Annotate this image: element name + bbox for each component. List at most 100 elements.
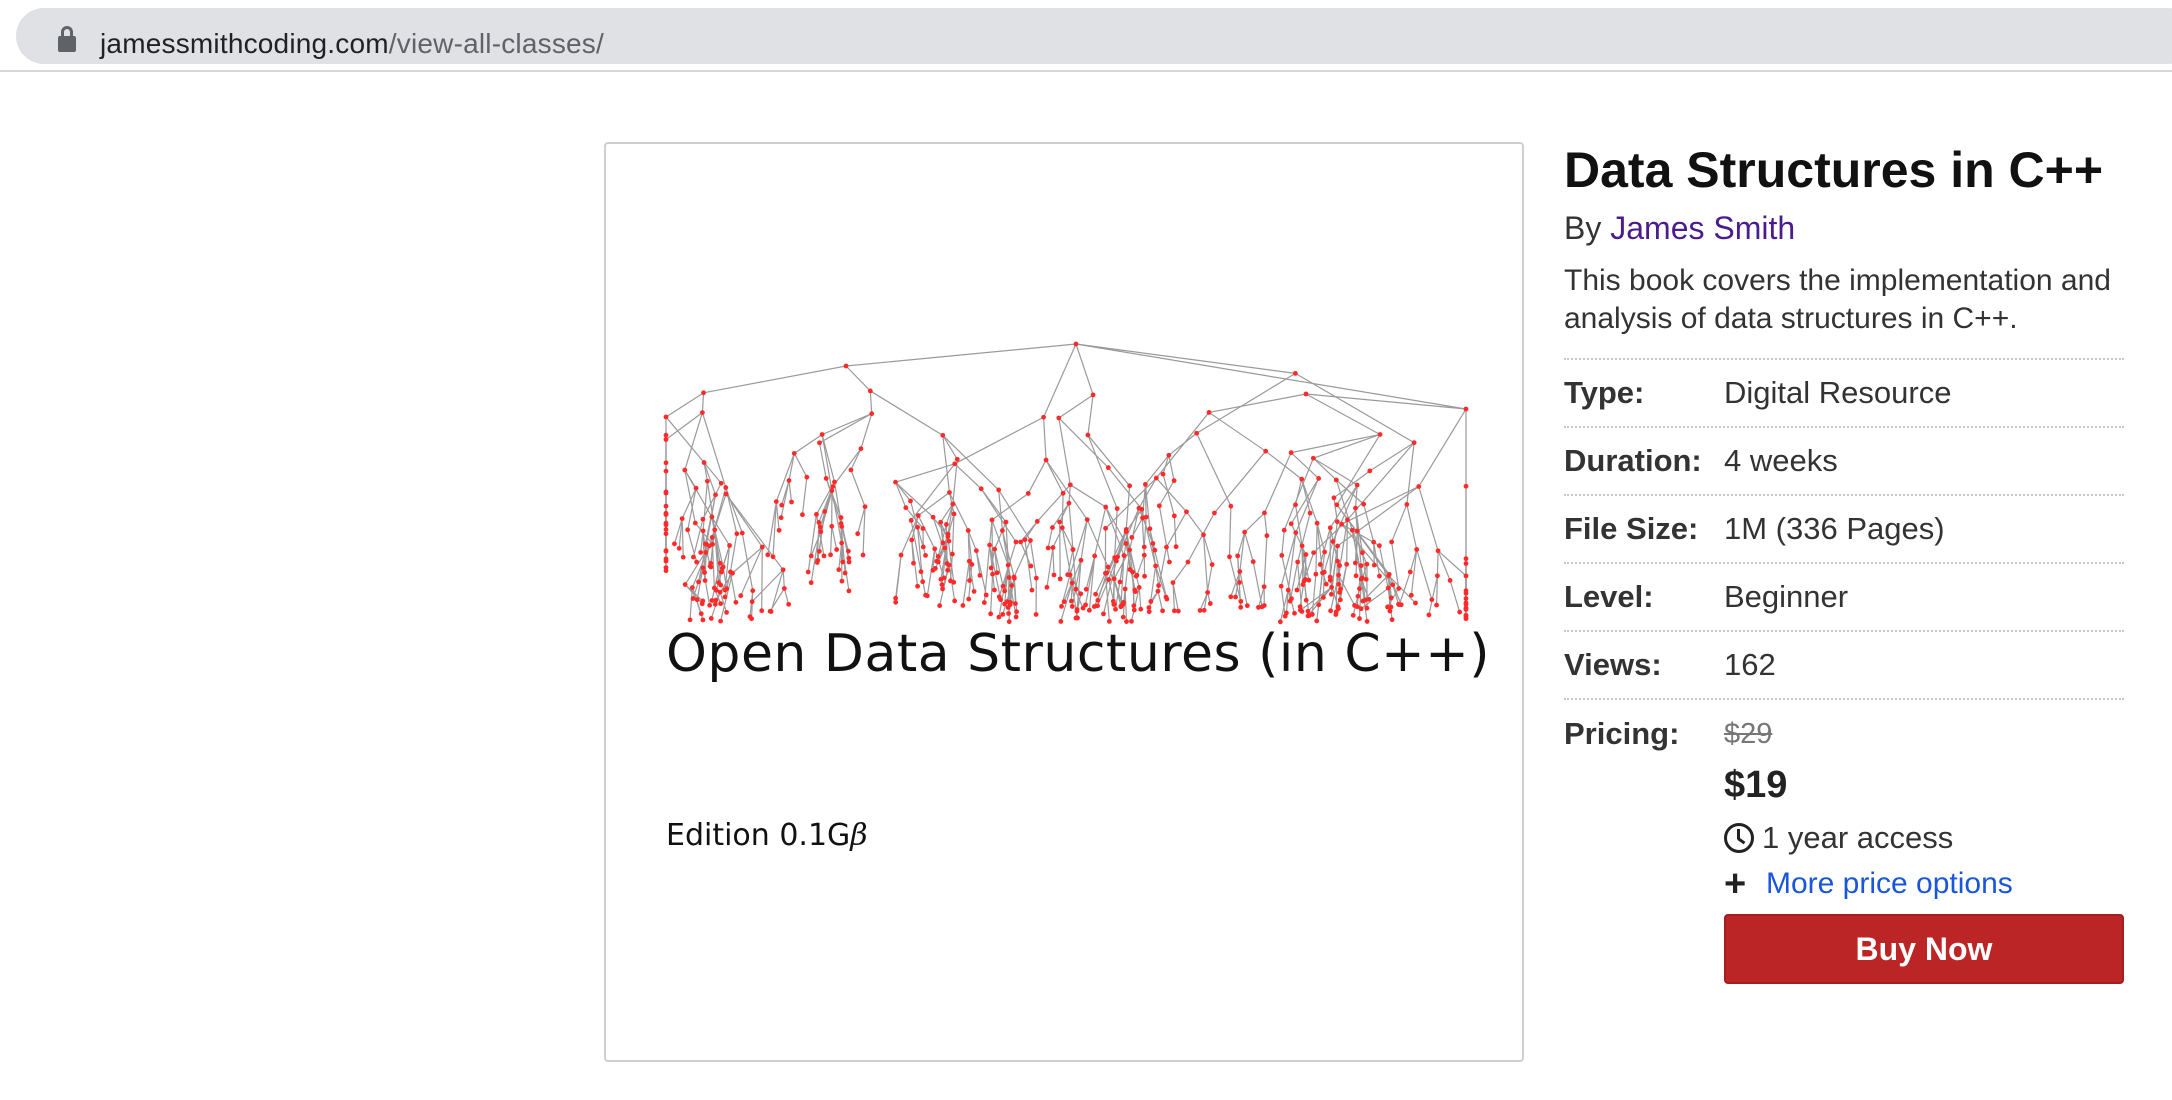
tree-node <box>1083 602 1088 608</box>
lock-icon[interactable] <box>58 26 76 52</box>
tree-node <box>720 564 726 570</box>
tree-node <box>749 599 755 605</box>
tree-node <box>930 567 936 573</box>
tree-node <box>1167 559 1172 565</box>
tree-node <box>1156 583 1162 588</box>
tree-edge <box>775 501 780 531</box>
tree-edge <box>703 365 847 394</box>
tree-node <box>1209 562 1215 567</box>
tree-node <box>712 601 718 607</box>
tree-edge <box>700 530 704 553</box>
tree-node <box>759 608 765 614</box>
tree-node <box>1065 572 1071 578</box>
tree-node <box>1377 432 1383 437</box>
tree-edge <box>1287 532 1297 591</box>
tree-node <box>1131 603 1137 609</box>
tree-node <box>780 567 786 573</box>
tree-node <box>1354 482 1360 488</box>
attribute-value: 162 <box>1724 647 1776 682</box>
tree-node <box>1005 605 1011 610</box>
more-price-options[interactable]: + More price options <box>1724 862 2124 906</box>
tree-edge <box>1196 372 1296 434</box>
tree-node <box>786 601 792 607</box>
tree-node <box>1355 593 1361 599</box>
tree-edge <box>994 549 1004 587</box>
tree-edge <box>740 546 763 596</box>
tree-node <box>701 460 707 465</box>
tree-node <box>1131 607 1137 613</box>
tree-edge <box>1129 508 1140 551</box>
tree-node <box>698 550 704 555</box>
tree-node <box>1350 612 1356 618</box>
tree-node <box>1228 594 1234 600</box>
tree-node <box>1358 563 1364 569</box>
tree-node <box>1264 533 1270 539</box>
attribute-key: Views: <box>1564 647 1662 682</box>
author-link[interactable]: James Smith <box>1610 210 1795 246</box>
tree-node <box>724 586 730 592</box>
tree-node <box>800 512 805 518</box>
tree-edge <box>1075 343 1467 410</box>
tree-node <box>920 526 926 531</box>
tree-node <box>1084 517 1090 523</box>
tree-edge <box>1013 576 1017 604</box>
tree-node <box>663 565 669 571</box>
tree-node <box>1166 452 1172 458</box>
tree-node <box>1041 414 1046 420</box>
tree-edge <box>1416 549 1433 600</box>
tree-node <box>1085 432 1091 438</box>
attribute-value: 4 weeks <box>1724 443 1838 478</box>
tree-node <box>909 537 915 543</box>
tree-edge <box>665 412 703 440</box>
tree-node <box>1002 601 1008 607</box>
tree-node <box>663 437 669 442</box>
tree-node <box>1185 559 1191 565</box>
tree-node <box>1323 581 1329 587</box>
tree-node <box>1305 613 1311 619</box>
tree-node <box>1033 612 1039 617</box>
tree-node <box>1212 510 1217 516</box>
tree-node <box>804 474 810 480</box>
tree-node <box>1146 605 1152 611</box>
buy-now-button[interactable]: Buy Now <box>1724 914 2124 984</box>
tree-node <box>1066 500 1072 506</box>
tree-node <box>1235 553 1241 559</box>
tree-node <box>988 611 994 617</box>
tree-node <box>707 602 713 608</box>
tree-node <box>663 503 669 509</box>
tree-edge <box>869 390 873 414</box>
tree-node <box>1152 547 1158 553</box>
tree-edge <box>1244 531 1254 562</box>
tree-edge <box>1024 521 1038 541</box>
tree-node <box>1367 468 1373 474</box>
tree-node <box>823 476 829 481</box>
tree-node <box>1435 573 1440 579</box>
tree-node <box>727 543 732 548</box>
tree-edge <box>1263 535 1268 587</box>
tree-node <box>1337 563 1343 568</box>
tree-node <box>1146 609 1152 615</box>
tree-node <box>1398 602 1404 608</box>
tree-node <box>992 546 998 552</box>
tree-node <box>1237 580 1242 585</box>
tree-node <box>947 490 952 495</box>
tree-node <box>893 479 898 485</box>
tree-edge <box>1172 561 1189 583</box>
tree-node <box>1138 606 1144 612</box>
tree-node <box>814 511 819 517</box>
url-text[interactable]: jamessmithcoding.com/view-all-classes/ <box>100 26 604 62</box>
tree-node <box>1322 549 1328 555</box>
tree-node <box>934 558 940 564</box>
tree-node <box>1360 598 1366 604</box>
tree-node <box>1354 528 1360 534</box>
plus-icon[interactable]: + <box>1724 865 1754 903</box>
tree-node <box>1103 525 1108 531</box>
more-price-options-link[interactable]: More price options <box>1766 862 2013 906</box>
tree-node <box>911 560 916 566</box>
tree-node <box>1284 610 1289 616</box>
tree-edge <box>783 588 790 605</box>
clock-icon <box>1724 823 1754 853</box>
tree-node <box>1029 587 1035 593</box>
tree-edge <box>1336 434 1381 506</box>
address-bar[interactable]: jamessmithcoding.com/view-all-classes/ <box>16 8 2172 64</box>
